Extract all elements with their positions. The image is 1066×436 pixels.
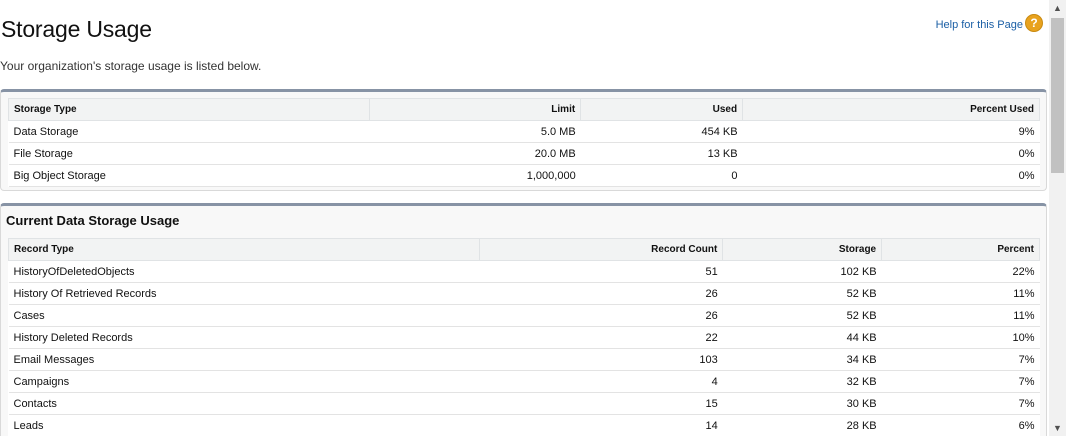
scroll-up-icon[interactable]: ▲ xyxy=(1049,0,1066,16)
record-count-cell: 4 xyxy=(479,370,723,393)
column-header: Record Count xyxy=(478,238,724,261)
record-type-cell: Cases xyxy=(8,304,480,327)
storage-summary-table: Storage Type Limit Used Percent Used Dat… xyxy=(8,98,1040,187)
storage-cell: 44 KB xyxy=(722,326,882,349)
section-title: Current Data Storage Usage xyxy=(6,213,180,228)
table-row: Leads 14 28 KB 6% xyxy=(8,414,1040,436)
help-icon[interactable]: ? xyxy=(1025,14,1043,32)
table-row: Cases 26 52 KB 11% xyxy=(8,304,1040,327)
percent-cell: 6% xyxy=(881,414,1040,436)
record-count-cell: 26 xyxy=(479,282,723,305)
percent-used-cell: 0% xyxy=(742,142,1040,165)
storage-summary-section: Storage Type Limit Used Percent Used Dat… xyxy=(0,89,1047,191)
record-count-cell: 51 xyxy=(479,260,723,283)
record-type-cell: Email Messages xyxy=(8,348,480,371)
record-type-cell: HistoryOfDeletedObjects xyxy=(8,260,480,283)
column-header: Storage Type xyxy=(8,98,370,121)
data-storage-usage-table: Record Type Record Count Storage Percent… xyxy=(8,238,1040,436)
scrollbar-thumb[interactable] xyxy=(1051,18,1064,173)
table-row: Data Storage 5.0 MB 454 KB 9% xyxy=(8,120,1040,143)
storage-cell: 102 KB xyxy=(722,260,882,283)
data-storage-usage-section: Current Data Storage Usage Record Type R… xyxy=(0,203,1047,436)
limit-cell: 5.0 MB xyxy=(369,120,581,143)
record-type-cell: History Deleted Records xyxy=(8,326,480,349)
used-cell: 13 KB xyxy=(580,142,743,165)
record-type-cell: Contacts xyxy=(8,392,480,415)
record-count-cell: 22 xyxy=(479,326,723,349)
scroll-down-icon[interactable]: ▼ xyxy=(1049,420,1066,436)
used-cell: 0 xyxy=(580,164,743,187)
percent-used-cell: 0% xyxy=(742,164,1040,187)
table-header-row: Storage Type Limit Used Percent Used xyxy=(8,98,1040,121)
storage-type-cell: Big Object Storage xyxy=(8,164,370,187)
table-header-row: Record Type Record Count Storage Percent xyxy=(8,238,1040,261)
table-row: Campaigns 4 32 KB 7% xyxy=(8,370,1040,393)
column-header: Percent xyxy=(881,238,1040,261)
storage-type-cell: File Storage xyxy=(8,142,370,165)
record-count-cell: 15 xyxy=(479,392,723,415)
table-row: Email Messages 103 34 KB 7% xyxy=(8,348,1040,371)
table-row: History Deleted Records 22 44 KB 10% xyxy=(8,326,1040,349)
limit-cell: 1,000,000 xyxy=(369,164,581,187)
page-description: Your organization's storage usage is lis… xyxy=(0,59,262,73)
table-row: History Of Retrieved Records 26 52 KB 11… xyxy=(8,282,1040,305)
percent-used-cell: 9% xyxy=(742,120,1040,143)
percent-cell: 7% xyxy=(881,348,1040,371)
storage-cell: 34 KB xyxy=(722,348,882,371)
record-count-cell: 103 xyxy=(479,348,723,371)
storage-cell: 32 KB xyxy=(722,370,882,393)
record-count-cell: 14 xyxy=(479,414,723,436)
storage-cell: 28 KB xyxy=(722,414,882,436)
record-type-cell: History Of Retrieved Records xyxy=(8,282,480,305)
percent-cell: 22% xyxy=(881,260,1040,283)
percent-cell: 7% xyxy=(881,370,1040,393)
percent-cell: 10% xyxy=(881,326,1040,349)
used-cell: 454 KB xyxy=(580,120,743,143)
column-header: Record Type xyxy=(8,238,480,261)
storage-type-cell: Data Storage xyxy=(8,120,370,143)
table-row: HistoryOfDeletedObjects 51 102 KB 22% xyxy=(8,260,1040,283)
record-count-cell: 26 xyxy=(479,304,723,327)
storage-usage-page: Storage Usage Help for this Page ? Your … xyxy=(0,0,1048,436)
column-header: Limit xyxy=(368,98,582,121)
table-row: Contacts 15 30 KB 7% xyxy=(8,392,1040,415)
table-row: Big Object Storage 1,000,000 0 0% xyxy=(8,164,1040,187)
storage-cell: 52 KB xyxy=(722,282,882,305)
record-type-cell: Campaigns xyxy=(8,370,480,393)
percent-cell: 7% xyxy=(881,392,1040,415)
storage-cell: 30 KB xyxy=(722,392,882,415)
percent-cell: 11% xyxy=(881,304,1040,327)
column-header: Percent Used xyxy=(742,98,1040,121)
page-title: Storage Usage xyxy=(1,16,152,42)
column-header: Used xyxy=(580,98,744,121)
percent-cell: 11% xyxy=(881,282,1040,305)
storage-cell: 52 KB xyxy=(722,304,882,327)
limit-cell: 20.0 MB xyxy=(369,142,581,165)
record-type-cell: Leads xyxy=(8,414,480,436)
table-row: File Storage 20.0 MB 13 KB 0% xyxy=(8,142,1040,165)
vertical-scrollbar[interactable]: ▲ ▼ xyxy=(1049,0,1066,436)
column-header: Storage xyxy=(722,238,883,261)
help-link[interactable]: Help for this Page xyxy=(936,19,1023,31)
